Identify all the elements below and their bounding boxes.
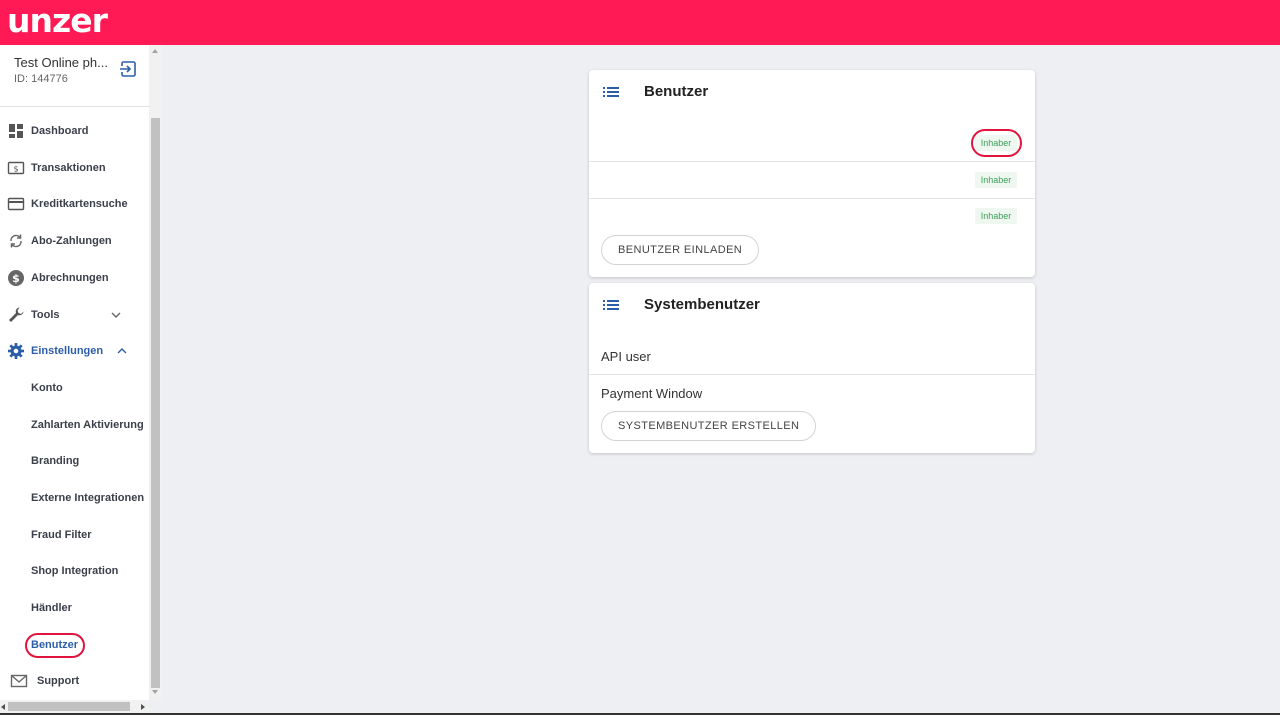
sidebar-subitem-label: Konto (31, 382, 63, 394)
role-badge: Inhaber (975, 208, 1017, 224)
sidebar-item-label: Kreditkartensuche (31, 198, 128, 210)
sidebar-subitem-benutzer[interactable]: Benutzer (0, 630, 149, 660)
scroll-right-arrow-icon[interactable] (141, 704, 145, 710)
merchant-name: Test Online ph... (14, 55, 108, 70)
system-user-api[interactable]: API user (601, 349, 651, 364)
banknote-icon: $ (7, 161, 25, 175)
sidebar-subitem-label: Externe Integrationen (31, 492, 145, 504)
sidebar-item-label: Abrechnungen (31, 272, 109, 284)
logout-icon[interactable] (119, 60, 137, 78)
merchant-id: ID: 144776 (14, 73, 68, 85)
role-badge: Inhaber (975, 135, 1017, 151)
role-badge: Inhaber (975, 172, 1017, 188)
sidebar-subitem-externe-integrationen[interactable]: Externe Integrationen (0, 483, 149, 513)
svg-text:$: $ (12, 272, 20, 285)
sidebar-subitem-zahlarten[interactable]: Zahlarten Aktivierung (0, 410, 149, 440)
row-divider (589, 161, 1035, 162)
dashboard-icon (9, 124, 23, 138)
credit-card-icon (7, 197, 25, 211)
sidebar-vertical-scrollbar[interactable] (149, 45, 162, 700)
sidebar-item-kreditkartensuche[interactable]: Kreditkartensuche (0, 189, 149, 219)
sidebar-item-label: Abo-Zahlungen (31, 235, 112, 247)
sidebar-item-label: Einstellungen (31, 345, 104, 357)
mail-icon (10, 674, 28, 688)
sidebar-item-abrechnungen[interactable]: $ Abrechnungen (0, 263, 149, 293)
sidebar-item-label: Dashboard (31, 125, 89, 137)
systembenutzer-card: Systembenutzer API user Payment Window S… (589, 283, 1035, 453)
sidebar-subitem-label: Branding (31, 455, 80, 467)
sidebar: Test Online ph... ID: 144776 Dashboard $… (0, 45, 149, 700)
sidebar-item-dashboard[interactable]: Dashboard (0, 116, 149, 146)
card-title: Benutzer (644, 83, 709, 100)
gear-icon (8, 343, 24, 359)
sidebar-item-einstellungen[interactable]: Einstellungen (0, 336, 149, 366)
svg-text:$: $ (13, 165, 18, 174)
unzer-logo[interactable]: unzer (7, 2, 108, 40)
scroll-left-arrow-icon[interactable] (1, 704, 5, 710)
sidebar-subitem-shop-integration[interactable]: Shop Integration (0, 556, 149, 586)
wrench-icon (9, 307, 24, 322)
sidebar-item-abo-zahlungen[interactable]: Abo-Zahlungen (0, 226, 149, 256)
scroll-up-arrow-icon[interactable] (152, 49, 158, 53)
merchant-info: Test Online ph... ID: 144776 (0, 45, 149, 107)
list-icon (603, 300, 619, 310)
sidebar-item-tools[interactable]: Tools (0, 300, 149, 330)
sidebar-item-label: Support (37, 675, 80, 687)
scrollbar-thumb[interactable] (8, 702, 130, 711)
top-bar: unzer (0, 0, 1280, 45)
list-icon (603, 87, 619, 97)
scroll-down-arrow-icon[interactable] (152, 690, 158, 694)
system-user-payment-window[interactable]: Payment Window (601, 386, 702, 401)
sidebar-subitem-label: Händler (31, 602, 72, 614)
sidebar-item-transaktionen[interactable]: $ Transaktionen (0, 153, 149, 183)
repeat-icon (10, 234, 22, 248)
benutzer-card: Benutzer Inhaber Inhaber Inhaber BENUTZE… (589, 70, 1035, 277)
chevron-down-icon[interactable] (110, 309, 122, 321)
sidebar-subitem-label: Shop Integration (31, 565, 119, 577)
sidebar-horizontal-scrollbar[interactable] (0, 700, 149, 713)
sidebar-item-label: Transaktionen (31, 162, 106, 174)
sidebar-subitem-konto[interactable]: Konto (0, 373, 149, 403)
chevron-up-icon[interactable] (116, 345, 128, 357)
sidebar-subitem-haendler[interactable]: Händler (0, 593, 149, 623)
sidebar-subitem-label: Zahlarten Aktivierung (31, 419, 144, 431)
invite-user-button[interactable]: BENUTZER EINLADEN (601, 235, 760, 265)
row-divider (589, 374, 1035, 375)
row-divider (589, 198, 1035, 199)
dollar-circle-icon: $ (8, 270, 24, 286)
sidebar-subitem-label: Benutzer (31, 639, 79, 651)
sidebar-subitem-fraud-filter[interactable]: Fraud Filter (0, 520, 149, 550)
sidebar-item-label: Tools (31, 309, 60, 321)
create-system-user-button[interactable]: SYSTEMBENUTZER ERSTELLEN (601, 411, 817, 441)
sidebar-subitem-label: Fraud Filter (31, 529, 92, 541)
sidebar-subitem-branding[interactable]: Branding (0, 446, 149, 476)
card-title: Systembenutzer (644, 296, 760, 313)
sidebar-item-support[interactable]: Support (0, 666, 149, 696)
scrollbar-thumb[interactable] (151, 118, 160, 688)
